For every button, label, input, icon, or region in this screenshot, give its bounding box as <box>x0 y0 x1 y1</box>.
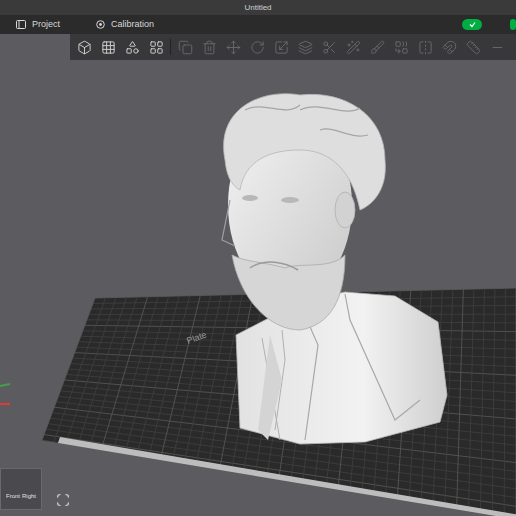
tool-icon <box>442 40 457 55</box>
calibration-icon <box>96 20 105 29</box>
tool-button[interactable] <box>343 37 363 57</box>
toolbar <box>70 34 516 60</box>
bust-model[interactable] <box>222 94 447 444</box>
tab[interactable]: Project <box>12 20 64 29</box>
focus-icon <box>56 493 70 507</box>
tool-button[interactable] <box>391 37 411 57</box>
tool-icon <box>101 40 116 55</box>
panel-toggle[interactable] <box>510 19 516 30</box>
tool-button[interactable] <box>463 37 483 57</box>
tool-icon <box>125 40 140 55</box>
viewport[interactable]: Plate FrontRight <box>0 34 516 516</box>
tool-icon <box>394 40 409 55</box>
sync-icon <box>469 21 476 28</box>
tool-icon <box>202 40 217 55</box>
tool-icon <box>149 40 164 55</box>
tool-button[interactable] <box>415 37 435 57</box>
tool-button[interactable] <box>223 37 243 57</box>
sync-button[interactable] <box>462 19 482 30</box>
tool-icon <box>274 40 289 55</box>
tool-icon <box>322 40 337 55</box>
cube-face-label: Front <box>6 493 20 499</box>
tool-button[interactable] <box>319 37 339 57</box>
tool-icon <box>178 40 193 55</box>
tool-button[interactable] <box>487 37 507 57</box>
tool-icon <box>298 40 313 55</box>
fit-view-button[interactable] <box>55 492 71 508</box>
tool-button[interactable] <box>98 37 118 57</box>
tool-button[interactable] <box>271 37 291 57</box>
scene[interactable]: Plate <box>0 34 516 516</box>
cube-face-label: Right <box>22 493 36 499</box>
tool-button[interactable] <box>247 37 267 57</box>
view-cube[interactable]: FrontRight <box>0 468 42 510</box>
tool-button[interactable] <box>199 37 219 57</box>
menu-bar: Project Calibration <box>0 15 516 34</box>
tool-icon <box>346 40 361 55</box>
tool-icon <box>370 40 385 55</box>
x-axis <box>0 403 10 405</box>
tool-button[interactable] <box>295 37 315 57</box>
tool-button[interactable] <box>175 37 195 57</box>
tool-icon <box>77 40 92 55</box>
tab[interactable]: Calibration <box>92 20 158 29</box>
tool-button[interactable] <box>439 37 459 57</box>
tool-icon <box>418 40 433 55</box>
plate-label: Plate <box>185 329 208 345</box>
tool-button[interactable] <box>122 37 142 57</box>
tool-icon <box>490 40 505 55</box>
app-window: Untitled Project Calibration Plate FrontRigh… <box>0 0 516 516</box>
plate-ruler <box>58 437 516 516</box>
tool-button[interactable] <box>367 37 387 57</box>
tool-icon <box>226 40 241 55</box>
window-title: Untitled <box>244 4 271 12</box>
tool-button[interactable] <box>146 37 166 57</box>
project-icon <box>16 20 26 29</box>
tool-button[interactable] <box>74 37 94 57</box>
y-axis <box>0 384 10 386</box>
title-bar: Untitled <box>0 0 516 15</box>
tool-icon <box>250 40 265 55</box>
tool-icon <box>466 40 481 55</box>
